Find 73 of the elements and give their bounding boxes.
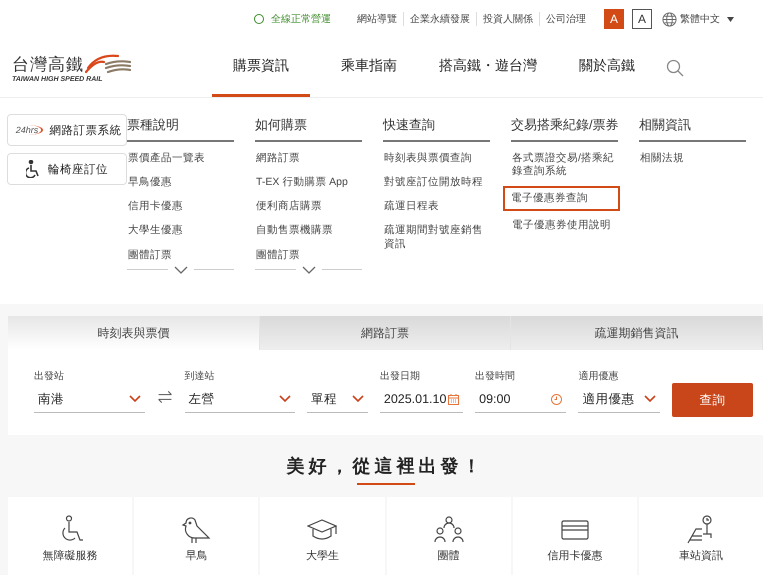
select-field[interactable]: 適用優惠 bbox=[578, 386, 660, 413]
swap-icon[interactable] bbox=[156, 389, 173, 405]
field-label: 出發日期 bbox=[380, 370, 421, 383]
menu-link[interactable]: 團體訂票 bbox=[127, 246, 234, 265]
clock-icon bbox=[551, 394, 562, 404]
top-link[interactable]: 網站導覽 bbox=[351, 12, 403, 26]
select-field[interactable]: 單程 bbox=[307, 386, 368, 413]
globe-icon bbox=[662, 12, 677, 26]
top-link[interactable]: 企業永續發展 bbox=[403, 12, 476, 26]
menu-link[interactable]: 自動售票機購票 bbox=[255, 221, 362, 240]
top-link[interactable]: 公司治理 bbox=[539, 12, 592, 26]
chevron-down-icon bbox=[352, 395, 364, 403]
chevron-down-icon[interactable] bbox=[302, 266, 316, 274]
menu-link[interactable]: 相關法規 bbox=[639, 149, 746, 168]
service-status: 全線正常營運 bbox=[254, 12, 331, 26]
menu-link[interactable]: 便利商店購票 bbox=[255, 197, 362, 216]
calendar-icon bbox=[448, 394, 460, 404]
nav-tab[interactable]: 關於高鐵 bbox=[558, 38, 656, 97]
menu-link[interactable]: 信用卡優惠 bbox=[127, 197, 234, 216]
menu-link[interactable]: 團體訂票 bbox=[255, 246, 362, 265]
time-field[interactable]: 09:00 bbox=[475, 386, 566, 413]
people-icon bbox=[434, 515, 464, 545]
select-field[interactable]: 南港 bbox=[34, 386, 144, 413]
language-selector[interactable]: 繁體中文 bbox=[662, 12, 734, 26]
menu-link[interactable]: 疏運日程表 bbox=[383, 197, 490, 216]
field-label: 適用優惠 bbox=[578, 370, 620, 383]
menu-link[interactable]: 疏運期間對號座銷售資訊 bbox=[383, 221, 490, 254]
feature-card[interactable]: 無障礙服務 bbox=[8, 497, 132, 575]
date-field[interactable]: 2025.01.10 bbox=[380, 386, 464, 413]
nav-tab[interactable]: 乘車指南 bbox=[320, 38, 418, 97]
menu-heading: 快速查詢 bbox=[383, 114, 490, 142]
chevron-down-icon bbox=[128, 395, 140, 403]
chevron-down-icon bbox=[279, 395, 292, 403]
menu-link[interactable]: 電子優惠券查詢 bbox=[503, 186, 620, 212]
field-label: 到達站 bbox=[184, 370, 216, 383]
feature-card[interactable]: 大學生 bbox=[260, 497, 385, 575]
feature-card[interactable]: 早鳥 bbox=[134, 497, 258, 575]
font-size-button[interactable]: A bbox=[604, 9, 624, 29]
menu-link[interactable]: 電子優惠券使用說明 bbox=[511, 216, 618, 236]
menu-link[interactable]: 網路訂票 bbox=[255, 149, 362, 168]
nav-tab[interactable]: 搭高鐵・遊台灣 bbox=[428, 38, 548, 97]
menu-heading: 相關資訊 bbox=[639, 114, 746, 142]
bird-icon bbox=[181, 515, 212, 545]
booking-tab[interactable]: 疏運期銷售資訊 bbox=[511, 316, 763, 350]
menu-link[interactable]: 票價產品一覽表 bbox=[127, 149, 234, 168]
chevron-down-icon[interactable] bbox=[174, 266, 188, 274]
quick-button[interactable]: 24hrs 網路訂票系統 bbox=[7, 114, 127, 146]
menu-link[interactable]: 大學生優惠 bbox=[127, 221, 234, 240]
menu-link[interactable]: 早鳥優惠 bbox=[127, 173, 234, 192]
field-label: 出發時間 bbox=[475, 370, 516, 383]
hours-badge: 24hrs bbox=[12, 125, 44, 135]
menu-link[interactable]: 各式票證交易/搭乘紀錄查詢系統 bbox=[511, 149, 618, 182]
quick-button[interactable]: 輪椅座訂位 bbox=[7, 153, 127, 185]
search-icon[interactable] bbox=[666, 58, 684, 76]
search-button[interactable]: 查詢 bbox=[672, 383, 753, 417]
menu-heading: 交易搭乘紀錄/票券 bbox=[511, 114, 618, 142]
font-size-button[interactable]: A bbox=[632, 9, 652, 29]
menu-heading: 票種說明 bbox=[127, 114, 234, 142]
booking-tab[interactable]: 網路訂票 bbox=[260, 316, 512, 350]
top-link[interactable]: 投資人關係 bbox=[476, 12, 539, 26]
feature-card[interactable]: 團體 bbox=[386, 497, 511, 575]
feature-card[interactable]: 車站資訊 bbox=[638, 497, 763, 575]
booking-tab[interactable]: 時刻表與票價 bbox=[8, 316, 260, 350]
select-field[interactable]: 左營 bbox=[184, 386, 296, 413]
field-label: 出發站 bbox=[34, 370, 65, 383]
dropdown-arrow-icon bbox=[727, 16, 734, 22]
menu-link[interactable]: T-EX 行動購票 App bbox=[255, 173, 362, 192]
menu-heading: 如何購票 bbox=[255, 114, 362, 142]
chevron-down-icon bbox=[644, 395, 656, 403]
feature-card[interactable]: 信用卡優惠 bbox=[512, 497, 637, 575]
section-title: 美好，從這裡出發！ bbox=[285, 455, 486, 477]
menu-link[interactable]: 對號座訂位開放時程 bbox=[383, 173, 490, 192]
menu-link[interactable]: 時刻表與票價查詢 bbox=[383, 149, 490, 168]
